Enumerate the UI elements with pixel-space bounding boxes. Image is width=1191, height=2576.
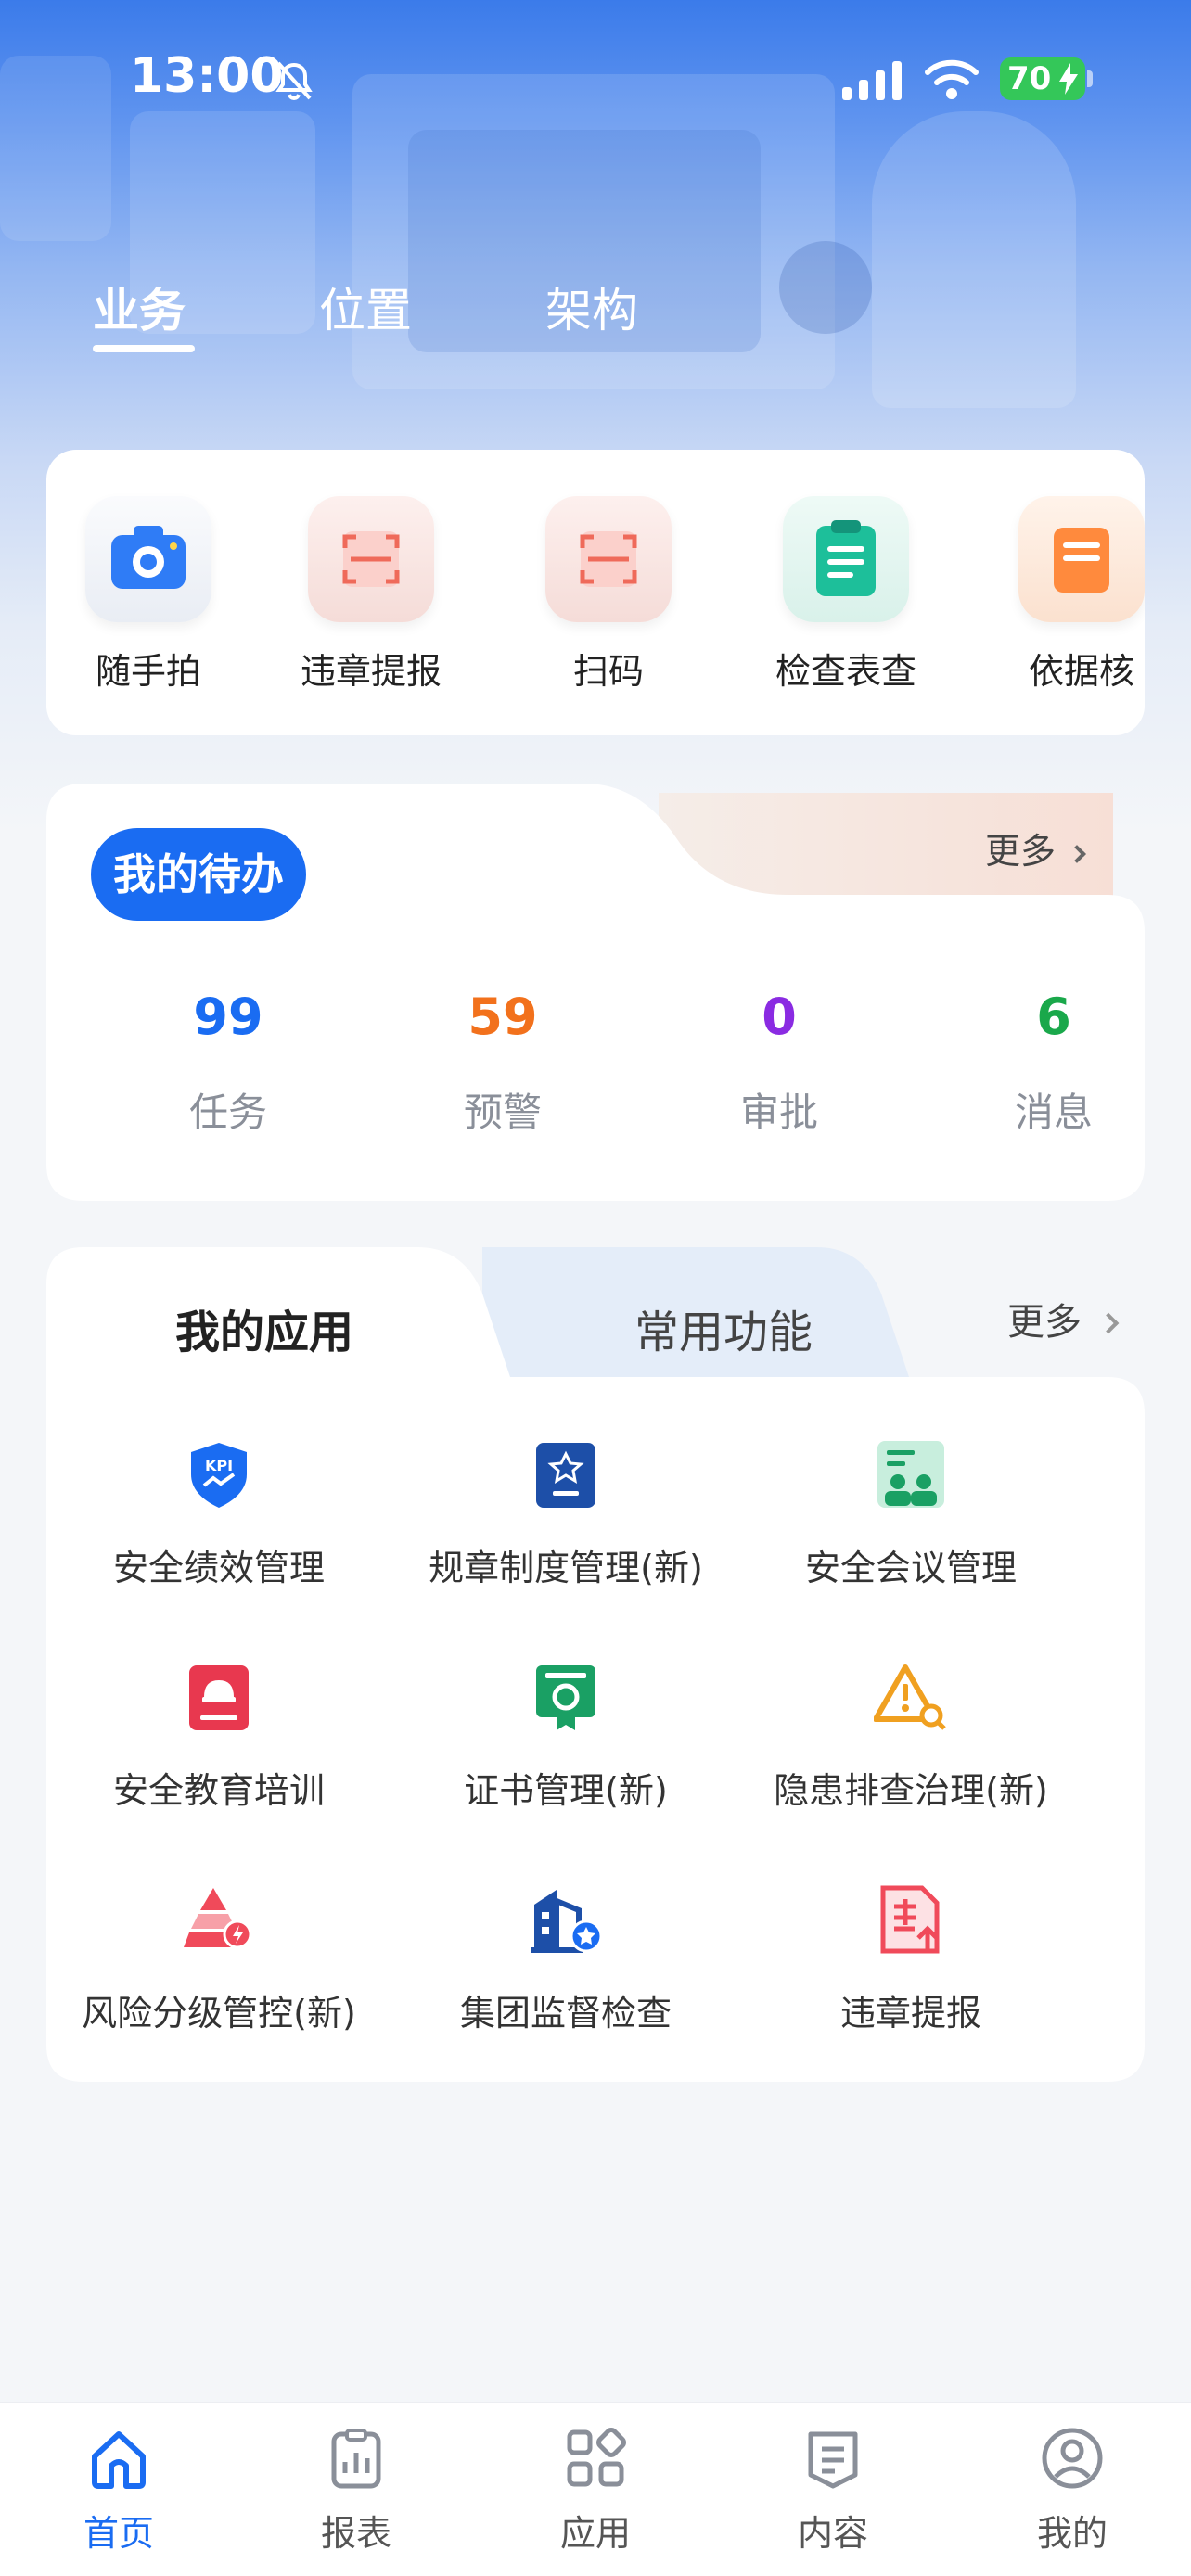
stat-value: 59 xyxy=(467,988,538,1046)
charging-bolt-icon xyxy=(1059,63,1078,95)
tab-apps[interactable]: 应用 xyxy=(512,2425,679,2556)
content-icon xyxy=(808,2431,858,2489)
signal-icon xyxy=(842,61,902,100)
stat-label: 消息 xyxy=(1014,1090,1093,1135)
stat-value: 6 xyxy=(1036,988,1071,1046)
app-violation-report[interactable]: 违章提报 xyxy=(738,1882,1083,2035)
app-regulations[interactable]: 规章制度管理(新) xyxy=(393,1437,738,1590)
app-risk-control[interactable]: 风险分级管控(新) xyxy=(46,1882,391,2035)
apps-grid-icon xyxy=(567,2428,626,2487)
wifi-icon xyxy=(925,59,979,99)
app-safety-performance[interactable]: KPI 安全绩效管理 xyxy=(46,1437,391,1590)
status-bar: 13:00 70 xyxy=(0,0,1191,158)
bottom-tab-bar: 首页 报表 应用 内容 我的 xyxy=(0,2402,1191,2576)
app-label: 安全会议管理 xyxy=(804,1548,1017,1588)
tab-profile[interactable]: 我的 xyxy=(989,2425,1156,2556)
battery-indicator: 70 xyxy=(1000,57,1085,100)
checklist-icon xyxy=(783,496,909,622)
stat-label: 审批 xyxy=(739,1090,818,1135)
stat-value: 0 xyxy=(762,988,797,1046)
app-certificates[interactable]: 证书管理(新) xyxy=(393,1660,738,1813)
scan-frame-icon xyxy=(308,496,434,622)
quick-action-basis[interactable]: 依据核 xyxy=(980,496,1145,694)
training-book-icon xyxy=(189,1665,249,1730)
todo-card: 我的待办 更多 99 任务 59 预警 0 审批 6 消息 xyxy=(46,784,1145,1201)
hazard-search-icon xyxy=(873,1664,946,1730)
tab-business[interactable]: 业务 xyxy=(93,274,186,340)
tab-content[interactable]: 内容 xyxy=(749,2425,916,2556)
tab-my-apps[interactable]: 我的应用 xyxy=(46,1295,482,1360)
home-icon xyxy=(92,2431,146,2489)
quick-action-label: 检查表查 xyxy=(775,651,916,692)
stat-label: 预警 xyxy=(463,1090,542,1135)
app-label: 违章提报 xyxy=(839,1993,981,2034)
app-label: 风险分级管控(新) xyxy=(82,1993,356,2034)
app-label: 证书管理(新) xyxy=(464,1770,668,1811)
stat-warnings[interactable]: 59 预警 xyxy=(382,988,623,1138)
bell-muted-icon xyxy=(275,61,313,101)
stat-approvals[interactable]: 0 审批 xyxy=(659,988,900,1138)
chevron-right-icon xyxy=(1068,845,1087,863)
tab-label: 内容 xyxy=(797,2513,868,2554)
app-label: 安全教育培训 xyxy=(112,1770,325,1811)
apps-card: 我的应用 常用功能 更多 KPI 安全绩效管理 规章制度管理(新) 安全会议管理… xyxy=(46,1247,1145,2082)
app-label: 安全绩效管理 xyxy=(112,1548,325,1588)
document-icon xyxy=(1018,496,1145,622)
apps-more-label: 更多 xyxy=(1007,1301,1082,1344)
svg-text:KPI: KPI xyxy=(205,1457,233,1474)
app-label: 规章制度管理(新) xyxy=(429,1548,703,1588)
tab-location[interactable]: 位置 xyxy=(319,274,412,340)
tab-common-functions[interactable]: 常用功能 xyxy=(529,1295,918,1360)
scan-code-icon xyxy=(545,496,672,622)
tab-label: 我的 xyxy=(1036,2513,1108,2554)
app-safety-training[interactable]: 安全教育培训 xyxy=(46,1660,391,1813)
tab-home[interactable]: 首页 xyxy=(35,2425,202,2556)
quick-action-label: 违章提报 xyxy=(300,651,442,692)
battery-level: 70 xyxy=(1007,60,1052,97)
tab-reports[interactable]: 报表 xyxy=(273,2425,440,2556)
battery-cap xyxy=(1087,70,1093,87)
rules-book-icon xyxy=(536,1443,596,1508)
tab-label: 首页 xyxy=(83,2513,154,2554)
quick-actions-card: 随手拍 违章提报 扫码 检查表查 依据核 xyxy=(46,450,1145,735)
quick-action-snapshot[interactable]: 随手拍 xyxy=(46,496,250,694)
todo-more-label: 更多 xyxy=(985,831,1057,872)
tab-structure[interactable]: 架构 xyxy=(545,274,638,340)
camera-icon xyxy=(85,496,211,622)
app-hazard-inspection[interactable]: 隐患排查治理(新) xyxy=(738,1660,1083,1813)
stat-label: 任务 xyxy=(188,1090,267,1135)
quick-action-label: 扫码 xyxy=(572,651,644,692)
app-label: 集团监督检查 xyxy=(459,1993,672,2034)
todo-more-link[interactable]: 更多 xyxy=(985,823,1087,874)
chevron-right-icon xyxy=(1097,1312,1120,1334)
quick-action-violation-report[interactable]: 违章提报 xyxy=(269,496,473,694)
quick-action-scan[interactable]: 扫码 xyxy=(506,496,711,694)
todo-title-badge: 我的待办 xyxy=(91,828,306,921)
quick-action-label: 随手拍 xyxy=(95,651,201,692)
report-icon xyxy=(331,2429,381,2489)
stat-value: 99 xyxy=(193,988,263,1046)
quick-action-checklist[interactable]: 检查表查 xyxy=(744,496,948,694)
stat-messages[interactable]: 6 消息 xyxy=(933,988,1174,1138)
quick-action-label: 依据核 xyxy=(1028,651,1134,692)
risk-pyramid-icon xyxy=(184,1888,252,1949)
stat-tasks[interactable]: 99 任务 xyxy=(108,988,349,1138)
certificate-icon xyxy=(536,1665,596,1730)
meeting-icon xyxy=(877,1441,944,1508)
tab-label: 报表 xyxy=(320,2513,391,2554)
violation-report-icon xyxy=(880,1885,940,1954)
app-safety-meetings[interactable]: 安全会议管理 xyxy=(738,1437,1083,1590)
apps-more-link[interactable]: 更多 xyxy=(1007,1292,1120,1345)
profile-icon xyxy=(1042,2428,1103,2489)
app-label: 隐患排查治理(新) xyxy=(774,1770,1048,1811)
kpi-shield-icon: KPI xyxy=(191,1443,247,1508)
app-group-supervision[interactable]: 集团监督检查 xyxy=(393,1882,738,2035)
active-tab-indicator xyxy=(93,345,195,352)
clock-time: 13:00 xyxy=(130,48,284,104)
building-star-icon xyxy=(531,1890,603,1953)
tab-label: 应用 xyxy=(559,2513,631,2554)
